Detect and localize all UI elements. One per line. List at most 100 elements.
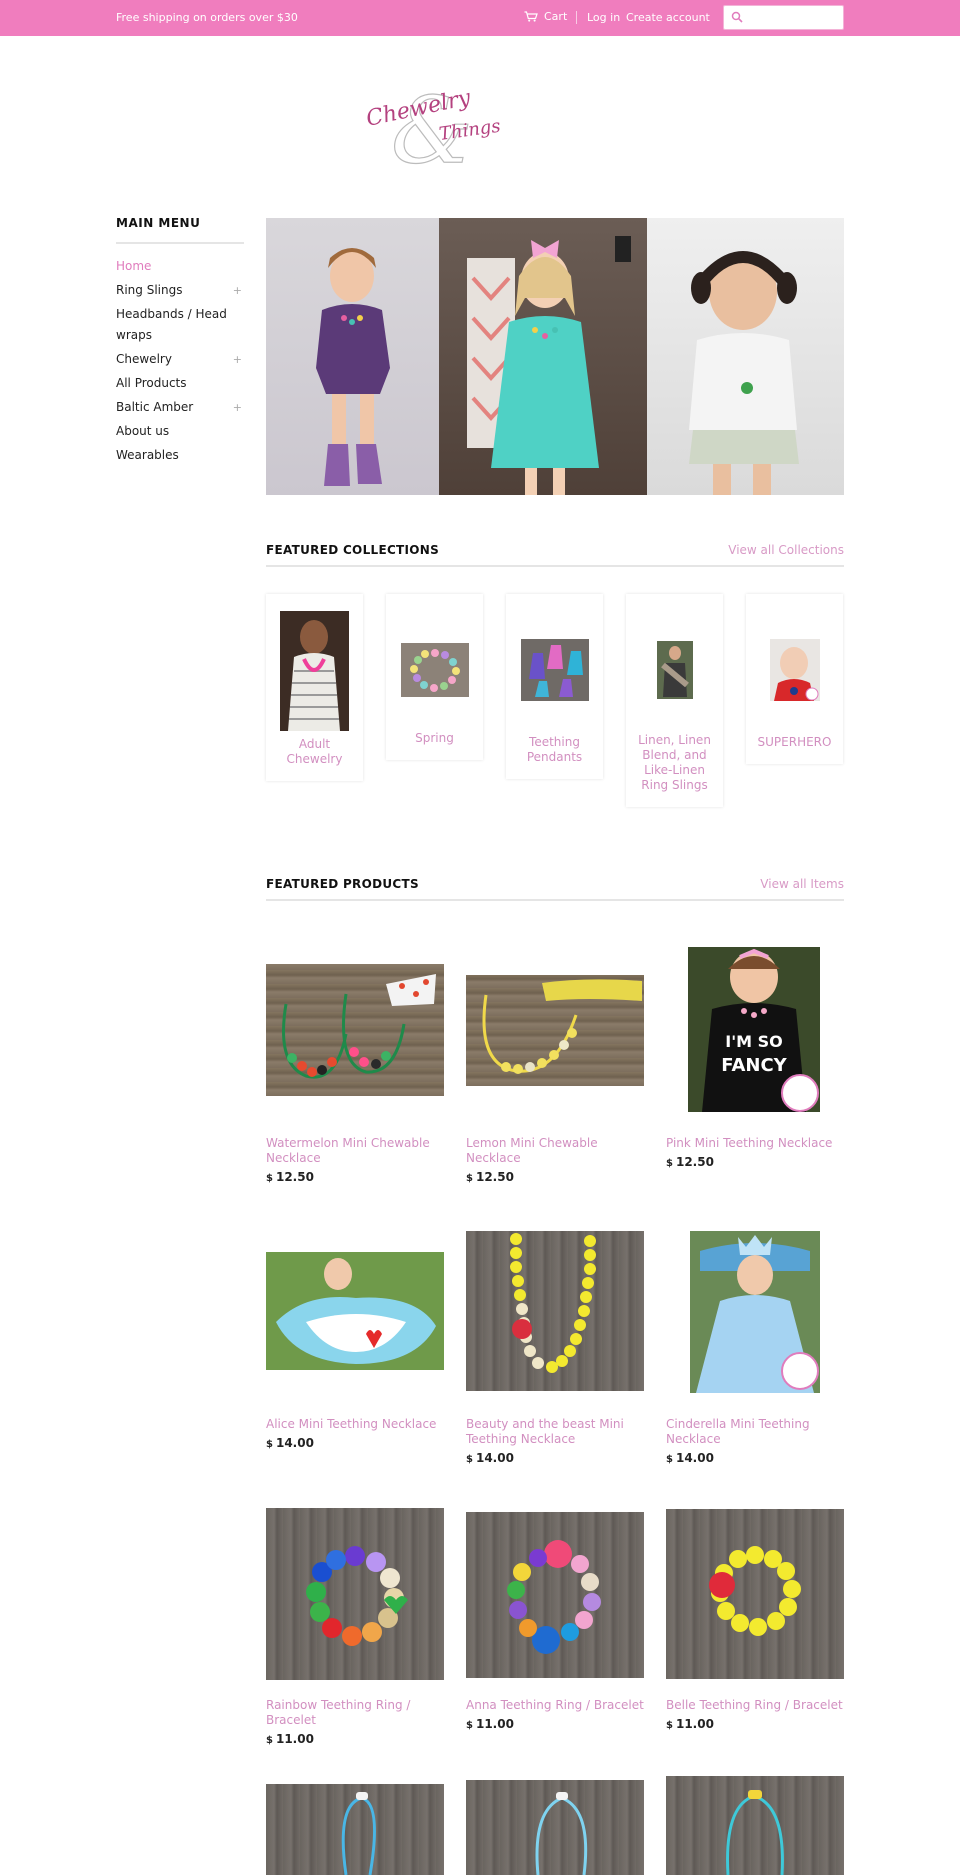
currency-symbol: $ (266, 1439, 273, 1450)
currency-symbol: $ (466, 1720, 473, 1731)
product-image (690, 1231, 820, 1393)
currency-symbol: $ (466, 1173, 473, 1184)
price-value: 11.00 (675, 1717, 714, 1731)
product-image (666, 1776, 844, 1875)
product-price: $12.50 (666, 1155, 714, 1169)
price-value: 12.50 (675, 1155, 714, 1169)
menu-item-label: Ring Slings (116, 283, 183, 297)
collection-name: Linen, Linen Blend, and Like-Linen Ring … (638, 733, 711, 792)
product-price: $11.00 (666, 1717, 714, 1731)
collection-thumbnail (656, 641, 693, 699)
collection-name: Spring (415, 731, 454, 745)
product-name[interactable]: Belle Teething Ring / Bracelet (666, 1698, 844, 1713)
topbar-divider (576, 11, 577, 24)
product-price: $14.00 (266, 1436, 314, 1450)
product-image (266, 1252, 444, 1370)
product-price: $14.00 (666, 1451, 714, 1465)
cart-icon (524, 11, 538, 22)
featured-products-title: FEATURED PRODUCTS (266, 877, 419, 891)
product-price: $12.50 (266, 1170, 314, 1184)
featured-collections-header: FEATURED COLLECTIONS View all Collection… (266, 543, 844, 567)
collection-card-superhero[interactable]: SUPERHERO (746, 594, 843, 764)
product-image (466, 1231, 644, 1391)
site-logo[interactable]: & Chewelry Things (362, 76, 502, 172)
expand-plus-icon[interactable]: + (233, 349, 242, 370)
product-name[interactable]: Lemon Mini Chewable Necklace (466, 1136, 644, 1166)
hero-photo-girl-purple (266, 218, 439, 495)
main-menu-list: Home Ring Slings + Headbands / Head wraps… (116, 256, 244, 466)
menu-item-chewelry[interactable]: Chewelry + (116, 349, 244, 370)
main-menu-heading: MAIN MENU (116, 216, 244, 244)
main-menu: MAIN MENU Home Ring Slings + Headbands / … (116, 216, 244, 469)
view-all-items-link[interactable]: View all Items (760, 877, 844, 891)
menu-item-label: All Products (116, 376, 187, 390)
product-name[interactable]: Pink Mini Teething Necklace (666, 1136, 844, 1151)
product-image (466, 1780, 644, 1875)
menu-item-about-us[interactable]: About us (116, 421, 244, 442)
collection-name: Teething Pendants (526, 735, 583, 764)
svg-text:I'M SO: I'M SO (725, 1032, 782, 1051)
cart-link[interactable]: Cart (524, 10, 567, 23)
product-name[interactable]: Cinderella Mini Teething Necklace (666, 1417, 844, 1447)
featured-collections-title: FEATURED COLLECTIONS (266, 543, 440, 557)
featured-products-header: FEATURED PRODUCTS View all Items (266, 877, 844, 901)
price-value: 14.00 (475, 1451, 514, 1465)
currency-symbol: $ (266, 1735, 273, 1746)
collection-thumbnail (280, 611, 349, 731)
product-image (266, 1784, 444, 1875)
currency-symbol: $ (466, 1454, 473, 1465)
product-name[interactable]: Rainbow Teething Ring / Bracelet (266, 1698, 444, 1728)
product-name[interactable]: Beauty and the beast Mini Teething Neckl… (466, 1417, 644, 1447)
product-name[interactable]: Alice Mini Teething Necklace (266, 1417, 444, 1432)
currency-symbol: $ (666, 1158, 673, 1169)
menu-item-ring-slings[interactable]: Ring Slings + (116, 280, 244, 301)
menu-item-all-products[interactable]: All Products (116, 373, 244, 394)
menu-item-label: Home (116, 259, 152, 273)
expand-plus-icon[interactable]: + (233, 280, 242, 301)
menu-item-label: Wearables (116, 448, 179, 462)
product-name[interactable]: Watermelon Mini Chewable Necklace (266, 1136, 444, 1166)
product-image (266, 964, 444, 1096)
free-shipping-banner: Free shipping on orders over $30 (116, 11, 298, 24)
hero-photo-toddler-white (647, 218, 844, 495)
menu-item-home[interactable]: Home (116, 256, 244, 277)
menu-item-label: Chewelry (116, 352, 172, 366)
collection-card-adult-chewelry[interactable]: Adult Chewelry (266, 594, 363, 781)
price-value: 11.00 (475, 1717, 514, 1731)
currency-symbol: $ (266, 1173, 273, 1184)
create-account-link[interactable]: Create account (626, 11, 710, 24)
search-input[interactable] (746, 9, 838, 26)
search-box[interactable] (723, 5, 844, 30)
product-price: $12.50 (466, 1170, 514, 1184)
view-all-collections-link[interactable]: View all Collections (728, 543, 844, 557)
collection-thumbnail (400, 643, 469, 697)
collection-thumbnail (769, 639, 820, 701)
menu-item-label: Headbands / Head wraps (116, 307, 227, 342)
hero-slideshow[interactable] (266, 218, 844, 495)
search-icon (731, 11, 743, 23)
product-price: $14.00 (466, 1451, 514, 1465)
price-value: 14.00 (675, 1451, 714, 1465)
product-name[interactable]: Anna Teething Ring / Bracelet (466, 1698, 644, 1713)
menu-item-headbands[interactable]: Headbands / Head wraps (116, 304, 244, 346)
currency-symbol: $ (666, 1454, 673, 1465)
menu-item-baltic-amber[interactable]: Baltic Amber + (116, 397, 244, 418)
expand-plus-icon[interactable]: + (233, 397, 242, 418)
collection-thumbnail (520, 639, 589, 701)
top-bar: Free shipping on orders over $30 Cart Lo… (0, 0, 960, 36)
collection-card-linen-ring-slings[interactable]: Linen, Linen Blend, and Like-Linen Ring … (626, 594, 723, 807)
product-image: I'M SO FANCY (688, 947, 820, 1112)
menu-item-wearables[interactable]: Wearables (116, 445, 244, 466)
menu-item-label: About us (116, 424, 170, 438)
collection-name: Adult Chewelry (286, 737, 343, 766)
product-image (666, 1509, 844, 1679)
collection-card-spring[interactable]: Spring (386, 594, 483, 760)
hero-photo-girl-aqua (439, 218, 647, 495)
product-price: $11.00 (266, 1732, 314, 1746)
product-image (466, 1512, 644, 1678)
login-link[interactable]: Log in (587, 11, 620, 24)
price-value: 12.50 (475, 1170, 514, 1184)
product-image (266, 1508, 444, 1680)
menu-item-label: Baltic Amber (116, 400, 194, 414)
collection-card-teething-pendants[interactable]: Teething Pendants (506, 594, 603, 779)
